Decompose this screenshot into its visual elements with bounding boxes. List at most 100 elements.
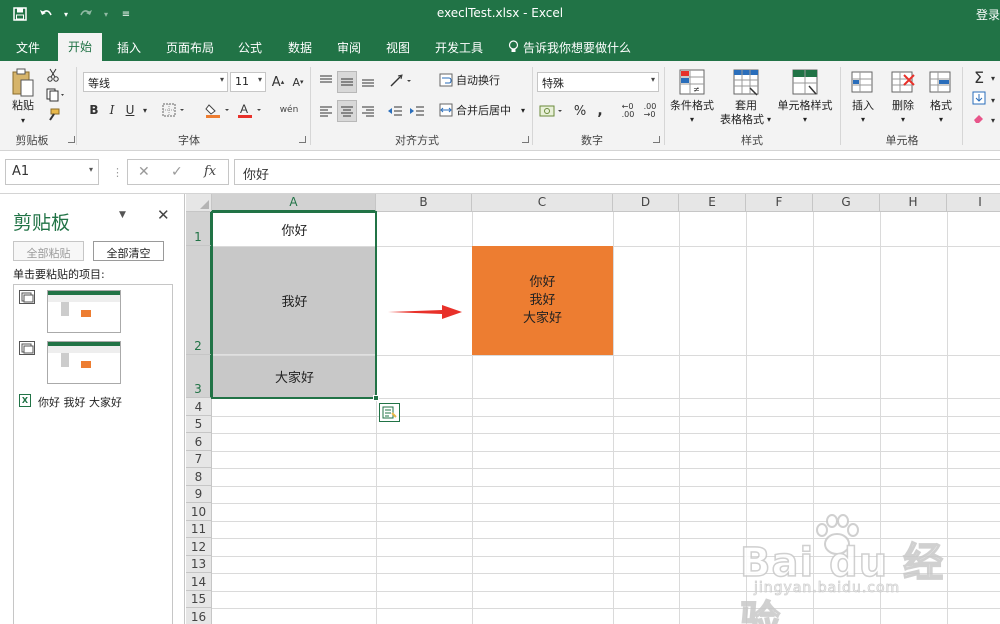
row-header-7[interactable]: 7 <box>186 451 212 468</box>
row-header-14[interactable]: 14 <box>186 573 212 591</box>
align-bottom-icon[interactable] <box>359 71 377 91</box>
copy-icon[interactable] <box>44 87 68 103</box>
orientation-icon[interactable] <box>388 71 418 91</box>
align-top-icon[interactable] <box>317 71 335 91</box>
tab-home[interactable]: 开始 <box>58 33 102 61</box>
delete-cells-icon[interactable] <box>888 67 918 97</box>
row-header-2[interactable]: 2 <box>186 246 212 355</box>
tab-data[interactable]: 数据 <box>280 34 320 61</box>
clear-dropdown-icon[interactable]: ▾ <box>988 111 998 129</box>
column-header-d[interactable]: D <box>613 194 679 212</box>
spreadsheet-grid[interactable]: A B C D E F G H I 1 2 3 4 5 6 7 8 9 10 1… <box>186 194 1000 624</box>
font-launcher-icon[interactable] <box>299 136 306 143</box>
cancel-icon[interactable]: ✕ <box>138 164 150 180</box>
login-link[interactable]: 登录 <box>976 6 1000 23</box>
format-painter-icon[interactable] <box>44 107 62 123</box>
percent-icon[interactable]: % <box>572 101 588 121</box>
clear-icon[interactable] <box>970 109 988 127</box>
phonetic-icon[interactable]: wén <box>276 99 302 121</box>
wrap-text-button[interactable]: 自动换行 <box>456 74 506 88</box>
fill-dropdown-icon[interactable]: ▾ <box>988 91 998 109</box>
row-header-12[interactable]: 12 <box>186 538 212 556</box>
format-cells-button[interactable]: 格式 <box>924 99 958 113</box>
cell-styles-dropdown-icon[interactable]: ▾ <box>800 113 810 127</box>
column-header-f[interactable]: F <box>746 194 813 212</box>
row-header-10[interactable]: 10 <box>186 503 212 521</box>
comma-icon[interactable]: , <box>592 101 608 121</box>
column-header-c[interactable]: C <box>472 194 613 212</box>
format-as-table-line1[interactable]: 套用 <box>722 99 770 113</box>
wrap-text-icon[interactable] <box>438 72 454 88</box>
enter-icon[interactable]: ✓ <box>171 164 183 180</box>
insert-cells-icon[interactable] <box>848 67 878 97</box>
autosum-dropdown-icon[interactable]: ▾ <box>988 69 998 87</box>
tell-me-box[interactable]: 告诉我你想要做什么 <box>508 39 631 56</box>
fill-color-icon[interactable] <box>204 101 234 119</box>
column-header-g[interactable]: G <box>813 194 880 212</box>
number-format-select[interactable]: 特殊 ▾ <box>537 72 659 92</box>
format-as-table-line2[interactable]: 表格格式 <box>716 113 768 127</box>
increase-indent-icon[interactable] <box>408 101 426 121</box>
close-icon[interactable]: ✕ <box>157 206 170 224</box>
tab-view[interactable]: 视图 <box>378 34 418 61</box>
delete-dropdown-icon[interactable]: ▾ <box>898 113 908 127</box>
table-format-dropdown-icon[interactable]: ▾ <box>764 113 774 127</box>
decrease-decimal-icon[interactable]: .00 →0 <box>640 101 660 121</box>
tab-formulas[interactable]: 公式 <box>230 34 270 61</box>
cell-c2[interactable]: 你好 我好 大家好 <box>472 246 613 355</box>
font-size-select[interactable]: 11 ▾ <box>230 72 266 92</box>
format-cells-icon[interactable] <box>926 67 956 97</box>
format-as-table-icon[interactable] <box>731 67 761 97</box>
font-family-select[interactable]: 等线 ▾ <box>83 72 228 92</box>
tab-page-layout[interactable]: 页面布局 <box>160 34 220 61</box>
insert-dropdown-icon[interactable]: ▾ <box>858 113 868 127</box>
tab-developer[interactable]: 开发工具 <box>428 34 490 61</box>
cell-styles-button[interactable]: 单元格样式 <box>773 99 837 113</box>
conditional-format-icon[interactable]: ≠ <box>677 67 707 97</box>
row-header-6[interactable]: 6 <box>186 433 212 451</box>
row-header-5[interactable]: 5 <box>186 416 212 433</box>
clear-all-button[interactable]: 全部清空 <box>93 241 164 261</box>
fill-icon[interactable] <box>970 89 988 107</box>
alignment-launcher-icon[interactable] <box>522 136 529 143</box>
row-header-15[interactable]: 15 <box>186 591 212 608</box>
tab-file[interactable]: 文件 <box>8 34 48 61</box>
underline-button[interactable]: U <box>122 101 138 119</box>
row-header-11[interactable]: 11 <box>186 521 212 538</box>
row-header-13[interactable]: 13 <box>186 556 212 573</box>
paste-button[interactable]: 粘贴 <box>8 99 38 113</box>
align-middle-icon[interactable] <box>337 71 357 93</box>
merge-dropdown-icon[interactable]: ▾ <box>518 104 528 118</box>
row-header-3[interactable]: 3 <box>186 355 212 398</box>
paste-options-icon[interactable] <box>379 403 400 422</box>
column-header-e[interactable]: E <box>679 194 746 212</box>
cell-styles-icon[interactable] <box>790 67 820 97</box>
merge-center-button[interactable]: 合并后居中 <box>456 104 522 118</box>
row-header-4[interactable]: 4 <box>186 398 212 416</box>
format-dropdown-icon[interactable]: ▾ <box>936 113 946 127</box>
decrease-indent-icon[interactable] <box>386 101 404 121</box>
underline-dropdown-icon[interactable]: ▾ <box>140 101 150 119</box>
row-header-1[interactable]: 1 <box>186 212 212 246</box>
increase-decimal-icon[interactable]: ←0.00 <box>618 101 638 121</box>
formula-input[interactable]: 你好 <box>234 159 1000 185</box>
clipboard-launcher-icon[interactable] <box>68 136 75 143</box>
column-header-b[interactable]: B <box>376 194 472 212</box>
font-color-icon[interactable]: A <box>236 101 266 119</box>
column-header-h[interactable]: H <box>880 194 947 212</box>
currency-icon[interactable] <box>538 101 568 121</box>
paste-dropdown-icon[interactable]: ▾ <box>18 114 28 128</box>
bold-button[interactable]: B <box>86 101 102 119</box>
cut-icon[interactable] <box>44 67 62 83</box>
column-header-i[interactable]: I <box>947 194 1000 212</box>
number-launcher-icon[interactable] <box>653 136 660 143</box>
increase-font-icon[interactable]: A ▴ <box>270 73 286 91</box>
pane-options-icon[interactable]: ▼ <box>119 210 126 220</box>
paste-icon[interactable] <box>10 67 36 99</box>
paste-all-button[interactable]: 全部粘贴 <box>13 241 84 261</box>
autosum-icon[interactable]: Σ <box>970 67 988 87</box>
tab-review[interactable]: 审阅 <box>330 34 368 61</box>
tab-insert[interactable]: 插入 <box>108 34 150 61</box>
insert-cells-button[interactable]: 插入 <box>846 99 880 113</box>
decrease-font-icon[interactable]: A ▾ <box>290 73 306 91</box>
